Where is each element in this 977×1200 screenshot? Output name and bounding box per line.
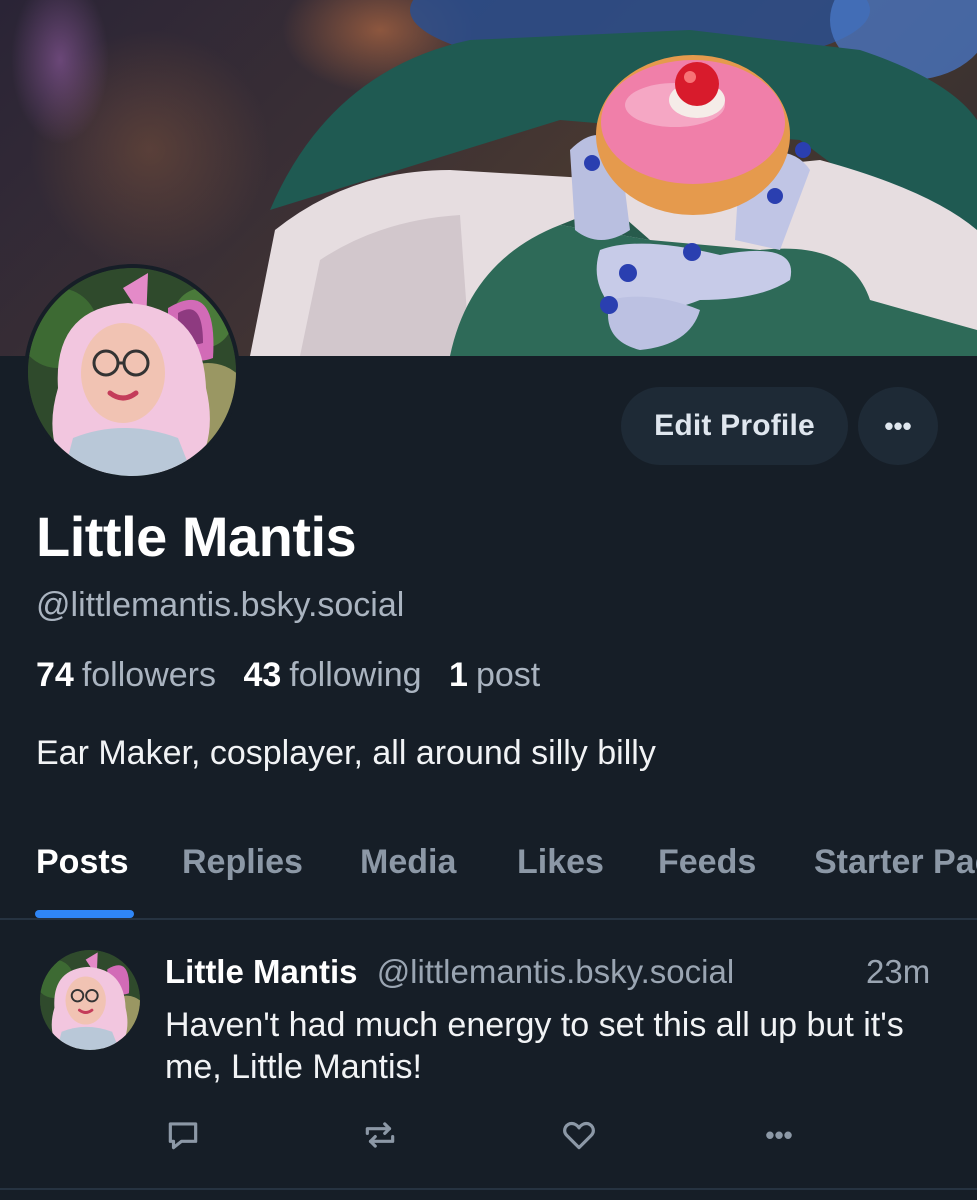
following-link[interactable]: 43 following: [243, 656, 421, 694]
profile-tabs: Posts Replies Media Likes Feeds Starter …: [0, 820, 977, 920]
edit-profile-button[interactable]: Edit Profile: [621, 387, 848, 465]
tab-replies[interactable]: Replies: [182, 840, 303, 884]
active-tab-indicator: [35, 910, 134, 918]
post-divider: [0, 1188, 977, 1190]
tab-feeds[interactable]: Feeds: [658, 840, 756, 884]
tab-starter-packs[interactable]: Starter Packs: [814, 840, 977, 884]
post-avatar-illustration: [40, 950, 140, 1050]
post-more-button[interactable]: •••: [754, 1110, 804, 1160]
profile-handle: @littlemantis.bsky.social: [36, 586, 405, 624]
followers-count: 74: [36, 656, 74, 694]
post-author-handle[interactable]: @littlemantis.bsky.social: [377, 953, 735, 990]
profile-stats: 74 followers 43 following 1 post: [36, 653, 558, 697]
posts-stat: 1 post: [449, 656, 540, 694]
following-count: 43: [243, 656, 282, 694]
reply-icon: [168, 1122, 198, 1150]
following-label: following: [289, 656, 422, 694]
post-author-name[interactable]: Little Mantis: [165, 953, 358, 990]
profile-avatar[interactable]: [24, 264, 240, 480]
followers-link[interactable]: 74 followers: [36, 656, 216, 694]
like-button[interactable]: [554, 1110, 604, 1160]
repost-button[interactable]: [355, 1110, 405, 1160]
reply-button[interactable]: [158, 1110, 208, 1160]
post-actions: •••: [0, 1110, 977, 1160]
profile-display-name: Little Mantis: [36, 505, 357, 568]
posts-count: 1: [449, 656, 468, 694]
followers-label: followers: [81, 656, 216, 694]
tab-likes[interactable]: Likes: [517, 840, 604, 884]
profile-page: Edit Profile ••• Little Mantis @littlema…: [0, 0, 977, 1200]
heart-icon: [563, 1121, 595, 1150]
profile-more-button[interactable]: •••: [858, 387, 938, 465]
more-icon: •••: [765, 1119, 793, 1150]
posts-label: post: [475, 656, 541, 694]
profile-bio: Ear Maker, cosplayer, all around silly b…: [36, 734, 656, 772]
post-timestamp[interactable]: 23m: [866, 950, 930, 994]
post-text: Haven't had much energy to set this all …: [165, 1006, 904, 1086]
avatar-illustration: [28, 268, 236, 476]
post-author-avatar[interactable]: [40, 950, 140, 1050]
post-header: Little Mantis @littlemantis.bsky.social: [165, 950, 734, 994]
more-icon: •••: [884, 410, 912, 441]
repost-icon: [365, 1122, 395, 1148]
tab-media[interactable]: Media: [360, 840, 456, 884]
tab-posts[interactable]: Posts: [36, 840, 129, 884]
